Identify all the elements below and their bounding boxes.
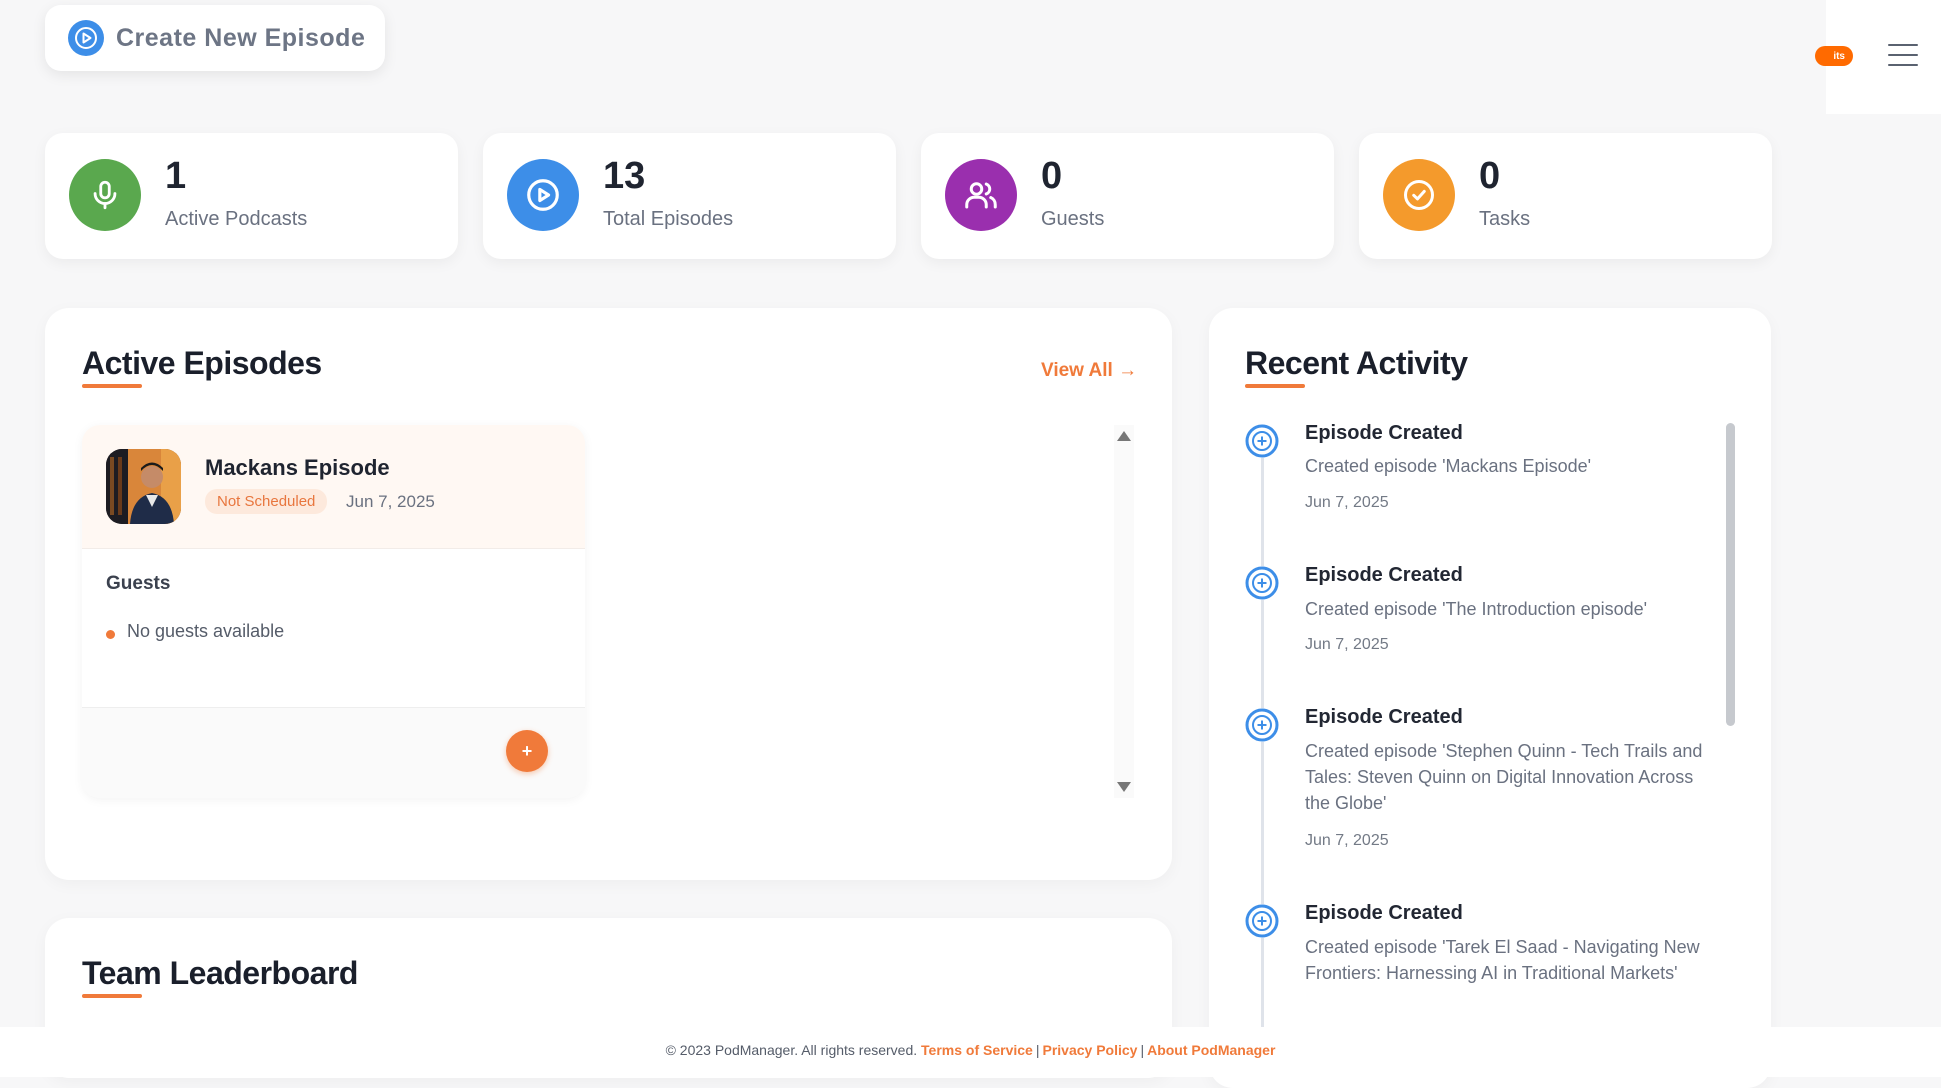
plus-circle-icon: [1245, 424, 1279, 458]
episode-card[interactable]: Mackans Episode Not Scheduled Jun 7, 202…: [82, 425, 585, 798]
stat-label: Tasks: [1479, 208, 1531, 230]
activity-date: Jun 7, 2025: [1305, 636, 1389, 653]
stat-value: 1: [165, 155, 187, 197]
microphone-icon: [69, 159, 141, 231]
activity-description: Created episode 'Mackans Episode': [1305, 456, 1592, 476]
stat-card-tasks: 0 Tasks: [1359, 133, 1772, 259]
view-all-link[interactable]: View All →: [1041, 360, 1137, 382]
privacy-policy-link[interactable]: Privacy Policy: [1042, 1042, 1137, 1058]
guests-heading: Guests: [106, 573, 171, 594]
activity-description: Created episode 'The Introduction episod…: [1305, 599, 1648, 619]
episode-title[interactable]: Mackans Episode: [205, 455, 390, 481]
footer-separator: |: [1035, 1042, 1040, 1058]
scroll-down-arrow-icon[interactable]: [1117, 782, 1131, 792]
activity-date: Jun 7, 2025: [1305, 832, 1389, 849]
activity-title: Episode Created: [1305, 422, 1463, 444]
check-circle-icon: [1383, 159, 1455, 231]
bullet-dot: [106, 630, 115, 639]
play-circle-icon: [507, 159, 579, 231]
stat-label: Guests: [1041, 208, 1105, 230]
stat-card-guests: 0 Guests: [921, 133, 1334, 259]
title-underline: [82, 384, 142, 388]
stat-label: Active Podcasts: [165, 208, 308, 230]
footer-copyright: © 2023 PodManager. All rights reserved.: [665, 1042, 918, 1058]
stat-value: 0: [1479, 155, 1501, 197]
plus-circle-icon: [1245, 566, 1279, 600]
page-footer: © 2023 PodManager. All rights reserved. …: [0, 1027, 1941, 1077]
plus-circle-icon: [1245, 904, 1279, 938]
play-circle-icon: [68, 20, 104, 56]
episodes-scrollbar[interactable]: [1114, 425, 1134, 798]
stat-value: 0: [1041, 155, 1063, 197]
add-guest-button[interactable]: +: [506, 730, 548, 772]
episode-thumbnail: [106, 449, 181, 524]
activity-title: Episode Created: [1305, 706, 1463, 728]
activity-description: Created episode 'Stephen Quinn - Tech Tr…: [1305, 741, 1703, 813]
stat-value: 13: [603, 155, 646, 197]
no-guests-text: No guests available: [127, 621, 285, 641]
title-underline: [82, 994, 142, 998]
episode-status-badge: Not Scheduled: [205, 489, 328, 514]
hamburger-menu-icon[interactable]: [1888, 44, 1918, 68]
stat-card-total-episodes: 13 Total Episodes: [483, 133, 896, 259]
activity-description: Created episode 'Tarek El Saad - Navigat…: [1305, 937, 1700, 983]
credits-badge[interactable]: its: [1815, 46, 1853, 66]
stat-card-active-podcasts: 1 Active Podcasts: [45, 133, 458, 259]
scroll-up-arrow-icon[interactable]: [1117, 431, 1131, 441]
users-icon: [945, 159, 1017, 231]
stat-label: Total Episodes: [603, 208, 734, 230]
team-leaderboard-title: Team Leaderboard: [82, 955, 358, 991]
activity-title: Episode Created: [1305, 564, 1463, 586]
activity-scrollbar-thumb[interactable]: [1726, 423, 1735, 726]
create-new-episode-label: Create New Episode: [116, 23, 366, 52]
about-link[interactable]: About PodManager: [1147, 1042, 1275, 1058]
terms-of-service-link[interactable]: Terms of Service: [921, 1042, 1033, 1058]
active-episodes-title: Active Episodes: [82, 345, 322, 381]
plus-circle-icon: [1245, 708, 1279, 742]
footer-separator: |: [1140, 1042, 1145, 1058]
create-new-episode-button[interactable]: Create New Episode: [45, 5, 385, 71]
recent-activity-title: Recent Activity: [1245, 345, 1468, 381]
title-underline: [1245, 384, 1305, 388]
activity-date: Jun 7, 2025: [1305, 494, 1389, 511]
episode-date: Jun 7, 2025: [346, 492, 435, 511]
activity-title: Episode Created: [1305, 902, 1463, 924]
